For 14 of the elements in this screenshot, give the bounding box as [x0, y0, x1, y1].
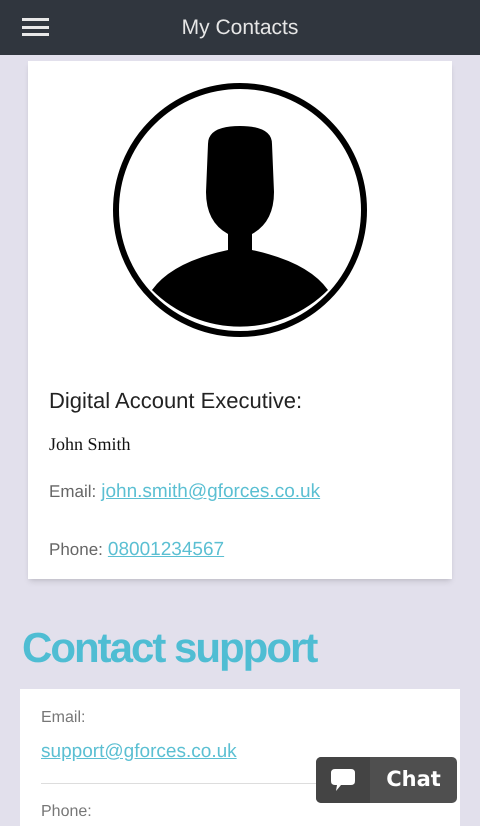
field-label: Email:: [41, 708, 86, 728]
speech-bubble-icon: [330, 768, 356, 792]
field-label: Phone:: [49, 538, 103, 560]
menu-icon[interactable]: [22, 18, 49, 36]
field-label: Email:: [49, 481, 96, 503]
contact-link[interactable]: 08001234567: [108, 536, 224, 564]
page-title: My Contacts: [182, 14, 298, 41]
contact-name: John Smith: [49, 433, 132, 456]
chat-button[interactable]: Chat: [316, 757, 457, 803]
contact-role: Digital Account Executive:: [49, 387, 304, 415]
field-label: Phone:: [41, 802, 93, 822]
contact-link[interactable]: john.smith@gforces.co.uk: [101, 478, 320, 506]
avatar-icon: [112, 82, 368, 338]
section-heading: Contact support: [22, 627, 318, 669]
